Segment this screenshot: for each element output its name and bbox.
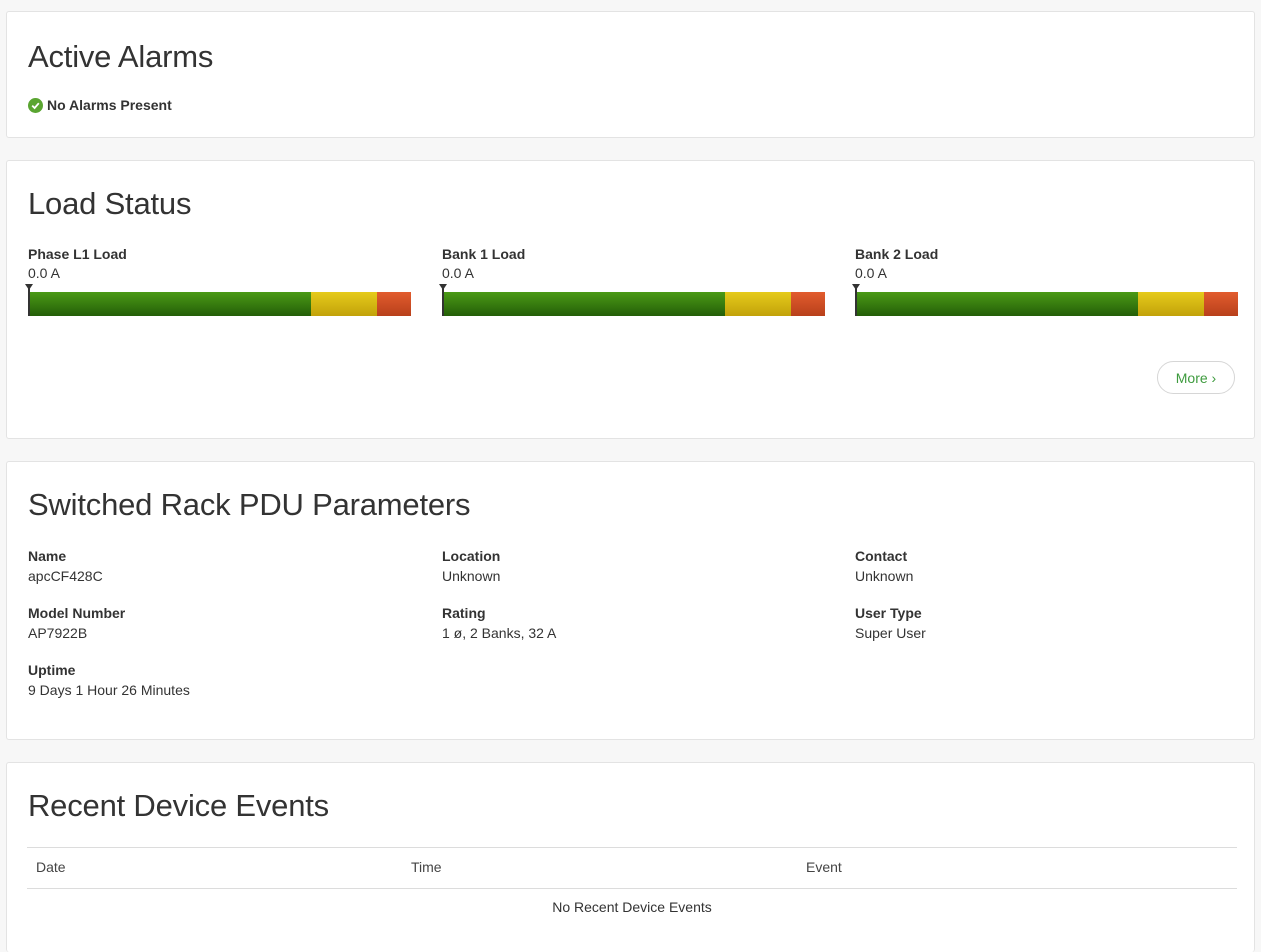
param-label: Name — [28, 548, 67, 564]
param-value: Unknown — [442, 568, 501, 584]
alarm-status-text: No Alarms Present — [47, 97, 172, 113]
param-value: apcCF428C — [28, 568, 103, 584]
events-table: Date Time Event No Recent Device Events — [27, 847, 1237, 927]
load-bar — [25, 284, 411, 316]
normal-zone — [442, 292, 726, 316]
param-model-number: Model Number AP7922B — [28, 605, 125, 641]
recent-events-panel: Recent Device Events Date Time Event No … — [6, 762, 1255, 952]
load-bar — [852, 284, 1238, 316]
param-uptime: Uptime 9 Days 1 Hour 26 Minutes — [28, 662, 190, 698]
recent-events-title: Recent Device Events — [28, 788, 329, 823]
overload-zone — [1203, 292, 1238, 316]
active-alarms-title: Active Alarms — [28, 39, 214, 74]
column-header-event[interactable]: Event — [806, 859, 842, 875]
events-empty-row: No Recent Device Events — [27, 889, 1237, 927]
load-marker — [852, 284, 860, 316]
param-value: 1 ø, 2 Banks, 32 A — [442, 625, 557, 641]
param-value: AP7922B — [28, 625, 88, 641]
pdu-parameters-title: Switched Rack PDU Parameters — [28, 487, 471, 522]
check-circle-icon — [28, 97, 43, 113]
meter-label: Bank 1 Load — [442, 246, 526, 262]
meter-label: Phase L1 Load — [28, 246, 127, 262]
load-marker — [439, 284, 447, 316]
param-contact: Contact Unknown — [855, 548, 913, 584]
column-header-date[interactable]: Date — [36, 859, 66, 875]
overload-zone — [376, 292, 411, 316]
param-label: User Type — [855, 605, 922, 621]
pdu-parameters-panel: Switched Rack PDU Parameters Name apcCF4… — [6, 461, 1255, 740]
param-label: Location — [442, 548, 501, 564]
param-rating: Rating 1 ø, 2 Banks, 32 A — [442, 605, 556, 641]
meter-label: Bank 2 Load — [855, 246, 939, 262]
alarm-status: No Alarms Present — [28, 97, 172, 113]
events-table-header: Date Time Event — [27, 847, 1237, 889]
normal-zone — [28, 292, 312, 316]
column-header-time[interactable]: Time — [411, 859, 442, 875]
warning-zone — [1138, 292, 1204, 316]
param-label: Contact — [855, 548, 908, 564]
active-alarms-panel: Active Alarms No Alarms Present — [6, 11, 1255, 138]
load-status-panel: Load Status Phase L1 Load 0.0 A Bank 1 L… — [6, 160, 1255, 439]
bank-2-load-meter: Bank 2 Load 0.0 A — [852, 246, 1238, 316]
param-location: Location Unknown — [442, 548, 500, 584]
bank-1-load-meter: Bank 1 Load 0.0 A — [439, 246, 825, 316]
meter-value: 0.0 A — [28, 265, 60, 281]
normal-zone — [855, 292, 1139, 316]
param-value: 9 Days 1 Hour 26 Minutes — [28, 682, 190, 698]
param-label: Uptime — [28, 662, 76, 678]
warning-zone — [725, 292, 791, 316]
param-label: Model Number — [28, 605, 126, 621]
meter-value: 0.0 A — [442, 265, 474, 281]
load-marker — [25, 284, 33, 316]
phase-l1-load-meter: Phase L1 Load 0.0 A — [25, 246, 411, 316]
overload-zone — [790, 292, 825, 316]
load-bar — [439, 284, 825, 316]
more-button[interactable]: More › — [1157, 361, 1235, 394]
load-status-title: Load Status — [28, 186, 192, 221]
param-name: Name apcCF428C — [28, 548, 103, 584]
param-user-type: User Type Super User — [855, 605, 926, 641]
meter-value: 0.0 A — [855, 265, 887, 281]
events-empty-message: No Recent Device Events — [552, 899, 712, 915]
warning-zone — [311, 292, 377, 316]
param-label: Rating — [442, 605, 486, 621]
param-value: Super User — [855, 625, 926, 641]
param-value: Unknown — [855, 568, 914, 584]
